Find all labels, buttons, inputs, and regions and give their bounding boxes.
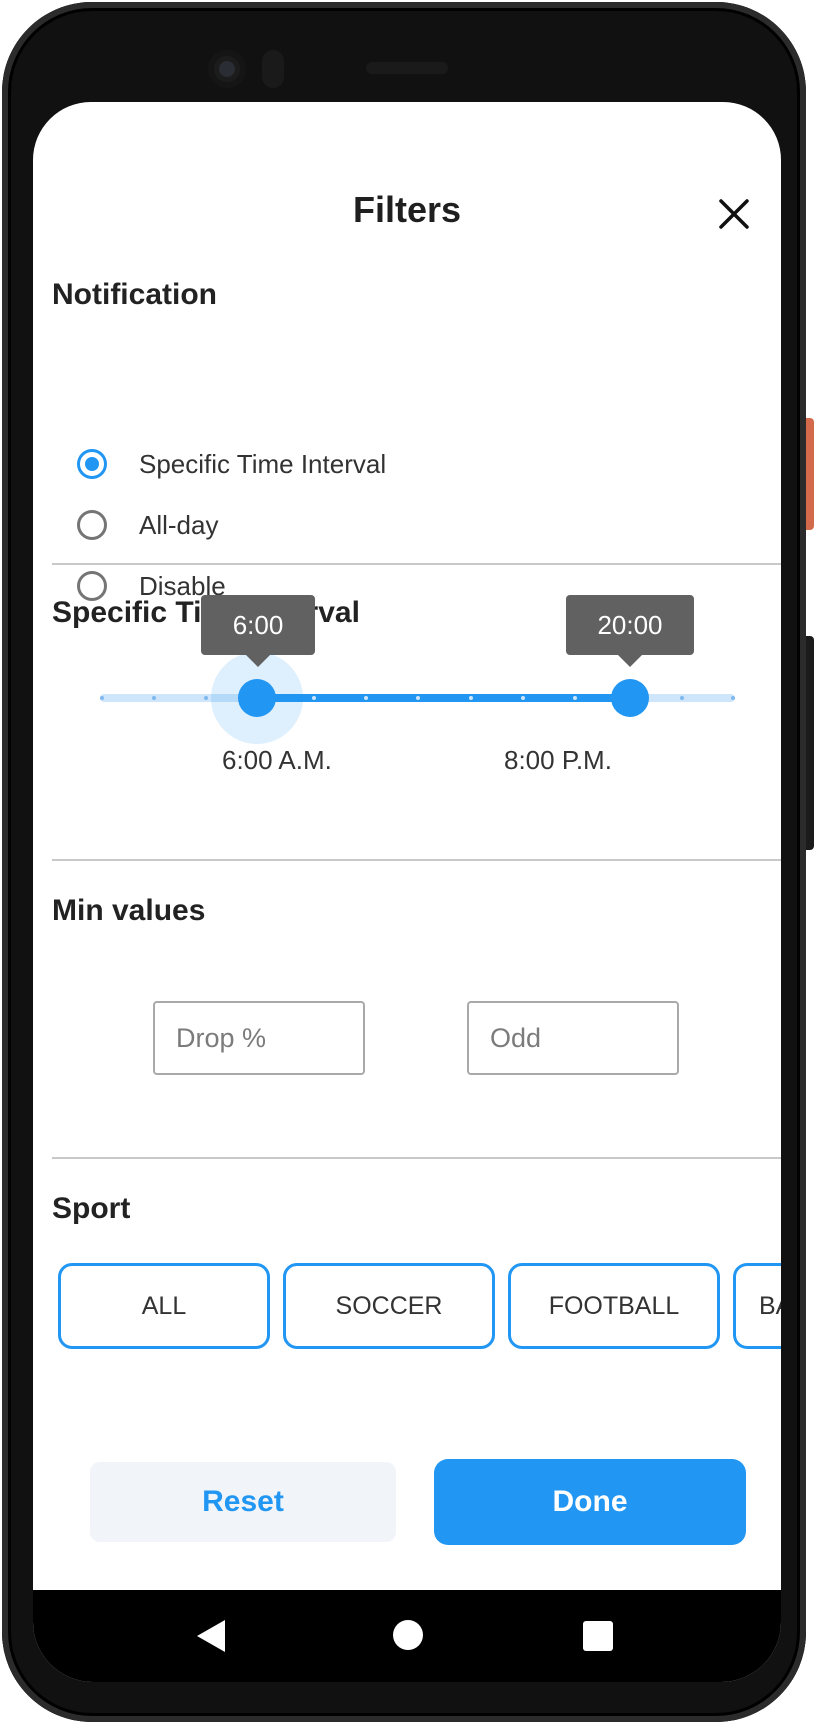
filters-screen: Filters Notification Specific Time Inter… — [33, 102, 781, 1682]
notification-heading: Notification — [52, 278, 217, 311]
front-camera — [208, 50, 246, 88]
slider-tick — [152, 696, 156, 700]
sport-heading: Sport — [52, 1192, 131, 1225]
recents-square-icon[interactable] — [583, 1621, 613, 1651]
reset-button[interactable]: Reset — [90, 1462, 396, 1542]
time-range-slider: 6:00 20:00 6:00 A.M. 8:00 P.M. — [33, 102, 781, 1682]
start-time-label: 6:00 A.M. — [222, 745, 332, 775]
slider-active-range — [257, 694, 630, 702]
slider-tick — [204, 696, 208, 700]
done-button[interactable]: Done — [434, 1459, 746, 1545]
radio-label: Specific Time Interval — [139, 448, 387, 479]
section-divider — [52, 563, 781, 565]
min-values-heading: Min values — [52, 894, 206, 927]
slider-tick — [312, 696, 316, 700]
slider-tick — [100, 696, 104, 700]
time-interval-heading: Specific Time Interval — [52, 596, 360, 629]
sport-chip-partial[interactable]: BA — [733, 1263, 781, 1349]
page-title: Filters — [352, 189, 462, 230]
proximity-sensor — [262, 50, 284, 88]
slider-tick — [469, 696, 473, 700]
radio-unselected-icon — [77, 510, 107, 540]
close-button[interactable] — [716, 196, 752, 232]
radio-label: All-day — [139, 509, 219, 540]
slider-tick — [731, 696, 735, 700]
slider-end-thumb[interactable] — [611, 679, 649, 717]
slider-start-thumb[interactable] — [238, 679, 276, 717]
radio-selected-icon — [77, 449, 107, 479]
sport-chip-soccer[interactable]: SOCCER — [283, 1263, 495, 1349]
sport-chip-football[interactable]: FOOTBALL — [508, 1263, 720, 1349]
back-triangle-icon[interactable] — [197, 1620, 225, 1652]
system-navigation-bar — [33, 1590, 781, 1682]
power-button — [806, 418, 814, 530]
section-divider — [52, 1157, 781, 1159]
home-circle-icon[interactable] — [393, 1620, 423, 1650]
slider-tick — [573, 696, 577, 700]
close-icon — [719, 199, 749, 229]
section-divider — [52, 859, 781, 861]
slider-tick — [364, 696, 368, 700]
end-time-label: 8:00 P.M. — [504, 745, 612, 775]
radio-specific-time-interval[interactable]: Specific Time Interval — [77, 439, 557, 489]
end-value-tooltip: 20:00 — [566, 595, 694, 667]
earpiece-speaker — [366, 62, 448, 74]
radio-all-day[interactable]: All-day — [77, 500, 557, 550]
volume-button — [806, 636, 814, 850]
odd-input[interactable] — [467, 1001, 679, 1075]
sport-chip-all[interactable]: ALL — [58, 1263, 270, 1349]
slider-tick — [521, 696, 525, 700]
slider-tick — [416, 696, 420, 700]
slider-tick — [680, 696, 684, 700]
drop-percent-input[interactable] — [153, 1001, 365, 1075]
phone-frame: Filters Notification Specific Time Inter… — [2, 2, 806, 1722]
